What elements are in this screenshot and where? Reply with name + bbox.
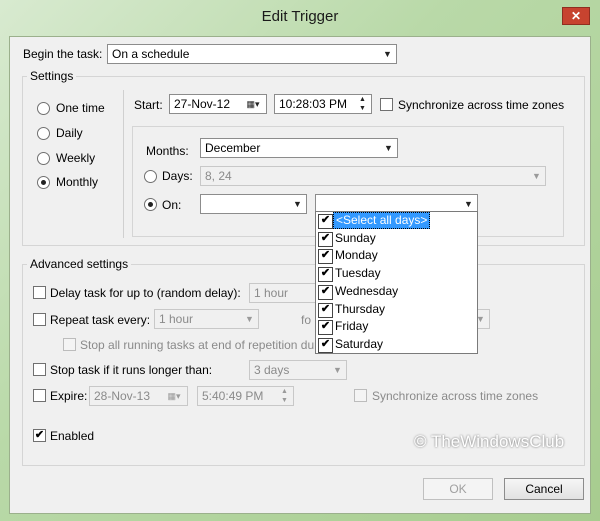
day-label: Friday [335, 319, 369, 333]
day-checkbox[interactable]: ✔ [318, 303, 333, 318]
day-checkbox[interactable]: ✔ [318, 232, 333, 247]
radio-weekly-label: Weekly [56, 151, 96, 165]
expire-time-field[interactable]: 5:40:49 PM ▲ ▼ [197, 386, 294, 406]
sync-timezones-label: Synchronize across time zones [398, 98, 565, 112]
chevron-down-icon: ▼ [384, 143, 393, 153]
expire-sync-checkbox[interactable] [354, 389, 367, 402]
radio-monthly-label: Monthly [56, 175, 99, 189]
chevron-down-icon: ▼ [383, 49, 392, 59]
stop-longer-label: Stop task if it runs longer than: [50, 363, 213, 377]
stop-longer-select[interactable]: 3 days ▼ [249, 360, 347, 380]
expire-date-picker[interactable]: 28-Nov-13 ▦▾ [89, 386, 188, 406]
radio-days[interactable] [144, 170, 157, 183]
start-date-picker[interactable]: 27-Nov-12 ▦▾ [169, 94, 267, 114]
days-select[interactable]: 8, 24 ▼ [200, 166, 546, 186]
begin-task-value: On a schedule [112, 47, 190, 61]
radio-one-time[interactable] [37, 102, 50, 115]
delay-checkbox[interactable] [33, 286, 46, 299]
months-select[interactable]: December ▼ [200, 138, 398, 158]
list-item[interactable]: ✔ <Select all days> [316, 212, 477, 229]
advanced-legend: Advanced settings [27, 257, 132, 271]
chevron-down-icon: ▼ [245, 314, 254, 324]
radio-daily[interactable] [37, 127, 50, 140]
expire-date-value: 28-Nov-13 [94, 389, 151, 403]
chevron-down-icon: ▼ [293, 199, 302, 209]
day-label: Monday [335, 248, 378, 262]
radio-daily-label: Daily [56, 126, 83, 140]
delay-label: Delay task for up to (random delay): [50, 286, 241, 300]
start-label: Start: [134, 98, 163, 112]
start-time-value: 10:28:03 PM [279, 97, 348, 111]
ok-button[interactable]: OK [423, 478, 493, 500]
begin-task-label: Begin the task: [23, 47, 103, 61]
days-value: 8, 24 [205, 169, 232, 183]
day-checkbox[interactable]: ✔ [318, 320, 333, 335]
months-value: December [205, 141, 261, 155]
day-dropdown-list: ✔ <Select all days> ✔ Sunday ✔ Monday ✔ Tues… [315, 211, 478, 354]
expire-checkbox[interactable] [33, 389, 46, 402]
spin-updown-icon[interactable]: ▲ ▼ [354, 95, 371, 113]
day-checkbox[interactable]: ✔ [318, 249, 333, 264]
sync-timezones-checkbox[interactable] [380, 98, 393, 111]
repeat-value: 1 hour [159, 312, 194, 326]
spin-updown-icon[interactable]: ▲ ▼ [276, 387, 293, 405]
repeat-checkbox[interactable] [33, 313, 46, 326]
stop-longer-checkbox[interactable] [33, 363, 46, 376]
day-label: Sunday [335, 231, 376, 245]
stop-running-label: Stop all running tasks at end of repetit… [80, 338, 319, 352]
stop-running-checkbox[interactable] [63, 338, 76, 351]
expire-time-value: 5:40:49 PM [202, 389, 264, 403]
list-item[interactable]: ✔ Tuesday [316, 265, 477, 282]
repeat-select[interactable]: 1 hour ▼ [154, 309, 259, 329]
day-label: <Select all days> [333, 212, 431, 229]
months-label: Months: [146, 144, 189, 158]
day-checkbox[interactable]: ✔ [318, 285, 333, 300]
day-checkbox[interactable]: ✔ [318, 338, 333, 353]
expire-sync-label: Synchronize across time zones [372, 389, 539, 403]
cancel-button[interactable]: Cancel [504, 478, 584, 500]
list-item[interactable]: ✔ Sunday [316, 230, 477, 247]
day-label: Tuesday [335, 266, 381, 280]
list-item[interactable]: ✔ Thursday [316, 301, 477, 318]
radio-on[interactable] [144, 198, 157, 211]
window-title: Edit Trigger [261, 8, 339, 25]
radio-weekly[interactable] [37, 152, 50, 165]
settings-legend: Settings [27, 69, 77, 83]
on-week-select[interactable]: ▼ [200, 194, 307, 214]
list-item[interactable]: ✔ Saturday [316, 336, 477, 353]
chevron-down-icon: ▼ [333, 365, 342, 375]
day-label: Thursday [335, 302, 386, 316]
days-label: Days: [162, 169, 193, 183]
watermark-text: © TheWindowsClub [414, 432, 565, 451]
delay-value: 1 hour [254, 286, 289, 300]
repeat-for-label: fo [301, 313, 312, 327]
repeat-label: Repeat task every: [50, 313, 151, 327]
radio-one-time-label: One time [56, 101, 105, 115]
stop-longer-value: 3 days [254, 363, 290, 377]
close-button[interactable]: ✕ [562, 7, 590, 25]
start-date-value: 27-Nov-12 [174, 97, 231, 111]
radio-monthly[interactable] [37, 176, 50, 189]
list-item[interactable]: ✔ Monday [316, 247, 477, 264]
expire-label: Expire: [50, 389, 88, 403]
day-label: Wednesday [335, 284, 399, 298]
day-label: Saturday [335, 337, 384, 351]
begin-task-select[interactable]: On a schedule ▼ [107, 44, 397, 64]
settings-divider [123, 90, 124, 238]
day-checkbox[interactable]: ✔ [318, 214, 333, 229]
calendar-icon: ▦▾ [167, 391, 181, 401]
chevron-down-icon: ▼ [532, 171, 541, 181]
enabled-label: Enabled [50, 429, 95, 443]
list-item[interactable]: ✔ Wednesday [316, 283, 477, 300]
enabled-checkbox[interactable]: ✔ [33, 429, 46, 442]
start-time-field[interactable]: 10:28:03 PM ▲ ▼ [274, 94, 372, 114]
on-label: On: [162, 198, 182, 212]
day-checkbox[interactable]: ✔ [318, 267, 333, 282]
list-item[interactable]: ✔ Friday [316, 318, 477, 335]
calendar-icon: ▦▾ [246, 99, 260, 109]
